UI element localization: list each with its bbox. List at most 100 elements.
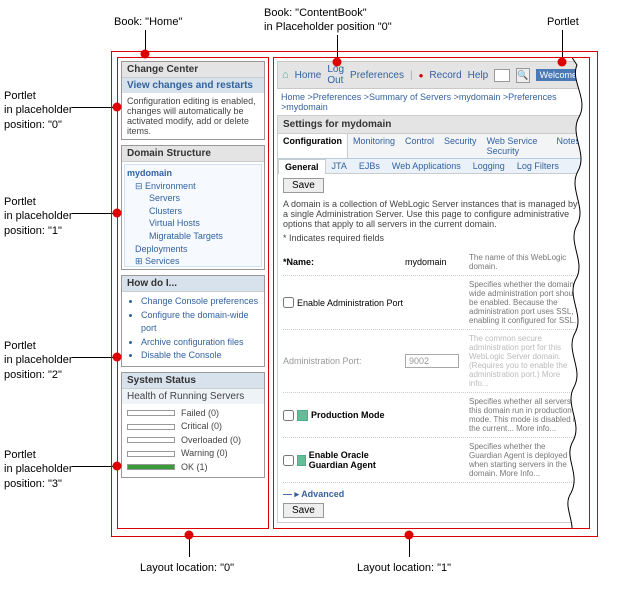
row-name: *Name: mydomain The name of this WebLogi… <box>283 249 580 276</box>
line <box>72 107 114 108</box>
tab-logging[interactable]: Logging <box>467 159 511 173</box>
portlet-domain-structure: Domain Structure mydomain ⊟ Environment … <box>121 145 265 270</box>
status-row: OK (1) <box>127 461 259 475</box>
status-label: Failed (0) <box>181 407 219 421</box>
tree-node[interactable]: Servers <box>149 192 259 205</box>
name-value: mydomain <box>405 257 465 267</box>
search-input[interactable] <box>494 69 510 82</box>
restart-icon <box>297 410 308 421</box>
advanced-toggle[interactable]: — ▸ Advanced <box>283 489 580 500</box>
portlet-title: System Status <box>122 373 264 389</box>
restart-icon <box>297 455 306 466</box>
annotation-p1: Portlet in placeholder position: "1" <box>4 195 73 238</box>
tab-security[interactable]: Security <box>439 134 482 158</box>
callout-dot <box>405 531 414 540</box>
portlet-title: How do I... <box>122 276 264 292</box>
view-changes-link[interactable]: View changes and restarts <box>122 78 264 93</box>
help-link[interactable]: Help <box>468 70 489 81</box>
save-button[interactable]: Save <box>283 178 324 193</box>
preferences-link[interactable]: Preferences <box>350 70 404 81</box>
tab-web-applications[interactable]: Web Applications <box>386 159 467 173</box>
tab-monitoring[interactable]: Monitoring <box>348 134 400 158</box>
home-link[interactable]: Home <box>295 70 322 81</box>
enable-admin-port-checkbox[interactable] <box>283 297 294 308</box>
logout-link[interactable]: Log Out <box>327 64 344 86</box>
record-link[interactable]: Record <box>429 70 461 81</box>
row-admin-port: Administration Port: The common secure a… <box>283 330 580 393</box>
callout-dot <box>185 531 194 540</box>
admin-port-help: The common secure administration port fo… <box>469 334 580 388</box>
enable-admin-port-label: Enable Administration Port <box>297 298 403 308</box>
annotation-p3: Portlet in placeholder position: "3" <box>4 448 73 491</box>
status-subtitle: Health of Running Servers <box>122 389 264 404</box>
tree-node[interactable]: Migratable Targets <box>149 230 259 243</box>
callout-dot <box>113 103 122 112</box>
annotation-layout0: Layout location: "0" <box>140 561 234 575</box>
line <box>72 213 114 214</box>
status-bar <box>127 424 175 430</box>
production-mode-label: Production Mode <box>311 410 385 420</box>
tab-log-filters[interactable]: Log Filters <box>511 159 565 173</box>
help-link[interactable]: Change Console preferences <box>141 295 259 309</box>
tree-root[interactable]: mydomain <box>127 167 259 180</box>
status-bar <box>127 451 175 457</box>
save-button[interactable]: Save <box>283 503 324 518</box>
callout-dot <box>558 58 567 67</box>
tree-node[interactable]: Clusters <box>149 205 259 218</box>
row-guardian: Enable Oracle Guardian Agent Specifies w… <box>283 438 580 483</box>
row-production-mode: Production Mode Specifies whether all se… <box>283 393 580 438</box>
name-help: The name of this WebLogic domain. <box>469 253 580 271</box>
breadcrumb[interactable]: Home >Preferences >Summary of Servers >m… <box>277 89 586 115</box>
status-label: OK (1) <box>181 461 208 475</box>
tab-control[interactable]: Control <box>400 134 439 158</box>
search-button[interactable]: 🔍 <box>516 68 529 83</box>
layout-location-1: Home Log Out Preferences | Record Help 🔍… <box>273 57 590 529</box>
tree-node[interactable]: ⊞ Services <box>135 255 259 267</box>
help-link[interactable]: Archive configuration files <box>141 336 259 350</box>
callout-dot <box>113 353 122 362</box>
annotation-layout1: Layout location: "1" <box>357 561 451 575</box>
guardian-label: Enable Oracle Guardian Agent <box>309 450 405 470</box>
tab-notes[interactable]: Notes <box>551 134 585 158</box>
production-mode-help: Specifies whether all servers in this do… <box>469 397 580 433</box>
tab-general[interactable]: General <box>278 159 326 174</box>
separator: | <box>410 70 413 81</box>
tabs-primary: Configuration Monitoring Control Securit… <box>277 133 586 159</box>
callout-dot <box>113 209 122 218</box>
portlet-title: Change Center <box>122 62 264 78</box>
help-link[interactable]: Disable the Console <box>141 349 259 363</box>
portlet-system-status: System Status Health of Running Servers … <box>121 372 265 479</box>
annotation-book-content: Book: "ContentBook" in Placeholder posit… <box>264 6 392 35</box>
tree-node[interactable]: Deployments <box>135 243 259 256</box>
tree-node-environment[interactable]: ⊟ Environment <box>135 180 259 193</box>
callout-dot <box>141 50 150 59</box>
line <box>409 537 410 557</box>
home-icon <box>282 69 289 81</box>
tab-configuration[interactable]: Configuration <box>278 134 348 158</box>
settings-title: Settings for mydomain <box>277 115 586 133</box>
help-link[interactable]: Configure the domain-wide port <box>141 309 259 336</box>
search-icon: 🔍 <box>517 70 528 81</box>
name-label: *Name: <box>283 257 314 267</box>
status-bar <box>127 464 175 470</box>
status-label: Critical (0) <box>181 420 222 434</box>
tree-node[interactable]: Virtual Hosts <box>149 217 259 230</box>
annotation-p0: Portlet in placeholder position: "0" <box>4 89 73 132</box>
tab-jta[interactable]: JTA <box>326 159 353 173</box>
status-row: Failed (0) <box>127 407 259 421</box>
line <box>72 466 114 467</box>
admin-port-input[interactable] <box>405 354 459 368</box>
tab-web-service-security[interactable]: Web Service Security <box>482 134 552 158</box>
guardian-checkbox[interactable] <box>283 455 294 466</box>
production-mode-checkbox[interactable] <box>283 410 294 421</box>
status-row: Critical (0) <box>127 420 259 434</box>
required-note: * Indicates required fields <box>283 233 580 243</box>
layout-location-0: Change Center View changes and restarts … <box>117 57 269 529</box>
row-enable-admin-port: Enable Administration Port Specifies whe… <box>283 276 580 330</box>
domain-tree[interactable]: mydomain ⊟ Environment Servers Clusters … <box>124 164 262 267</box>
top-toolbar: Home Log Out Preferences | Record Help 🔍… <box>277 61 586 89</box>
admin-port-label: Administration Port: <box>283 356 405 366</box>
portlet-body: Configuration editing is enabled, change… <box>122 93 264 139</box>
record-icon <box>419 70 424 81</box>
tab-ejbs[interactable]: EJBs <box>353 159 386 173</box>
